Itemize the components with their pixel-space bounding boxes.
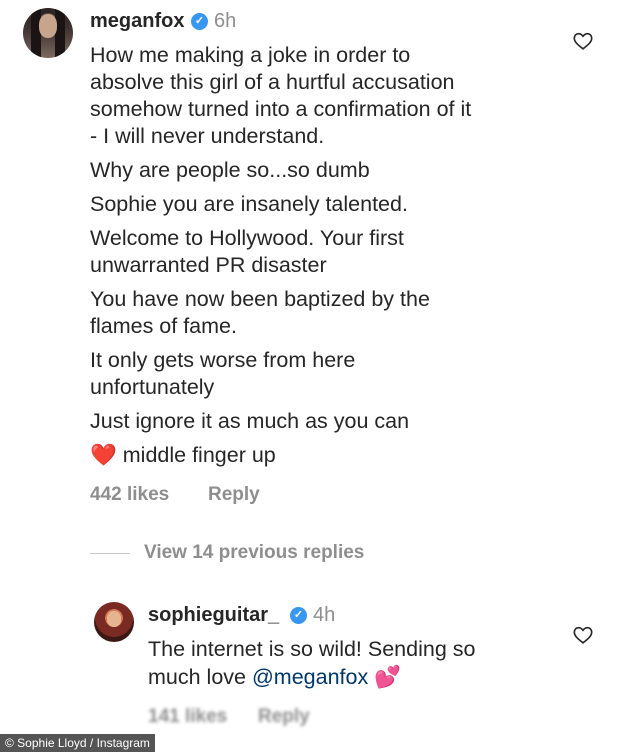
comment-text: middle finger up: [122, 443, 276, 467]
reply-likes-count[interactable]: 141 likes: [148, 706, 227, 728]
comment-text-line: somehow turned into a confirmation of it: [90, 97, 472, 121]
comment-text-line: It only gets worse from here: [90, 348, 356, 372]
comment-text-line: unwarranted PR disaster: [90, 253, 327, 277]
comment-text-line: Welcome to Hollywood. Your first: [90, 226, 404, 250]
comment-text-line: flames of fame.: [90, 314, 237, 338]
comment-text-line-emoji: ❤️ middle finger up: [90, 442, 276, 469]
comment-text-line: How me making a joke in order to: [90, 43, 411, 67]
avatar-sophieguitar[interactable]: [94, 602, 134, 642]
comment-text-line: Just ignore it as much as you can: [90, 409, 410, 433]
two-hearts-emoji: 💕: [374, 665, 401, 689]
comment-text-line: You have now been baptized by the: [90, 287, 430, 311]
red-heart-emoji: ❤️: [90, 443, 117, 467]
comment-text-line: - I will never understand.: [90, 124, 325, 148]
reply-text-line: The internet is so wild! Sending so: [148, 637, 476, 661]
reply-text: much love: [148, 665, 252, 689]
comment-text-line: unfortunately: [90, 375, 215, 399]
comment-likes-count[interactable]: 442 likes: [90, 484, 169, 506]
comment-username[interactable]: meganfox: [90, 10, 184, 33]
image-credit: © Sophie Lloyd / Instagram: [0, 734, 155, 752]
view-previous-replies-button[interactable]: View 14 previous replies: [144, 542, 364, 564]
comment-reply-button[interactable]: Reply: [208, 484, 260, 506]
comment-text-line: Sophie you are insanely talented.: [90, 192, 408, 216]
comment-text-line: absolve this girl of a hurtful accusatio…: [90, 70, 455, 94]
like-heart-icon[interactable]: [572, 624, 594, 646]
reply-reply-button[interactable]: Reply: [258, 706, 310, 728]
mention-link[interactable]: @meganfox: [252, 665, 368, 689]
comment-text-line: Why are people so...so dumb: [90, 158, 370, 182]
verified-badge-icon: ✓: [290, 607, 307, 624]
reply-timestamp: 4h: [313, 604, 336, 626]
like-heart-icon[interactable]: [572, 30, 594, 52]
replies-divider: [90, 553, 130, 554]
verified-badge-icon: ✓: [191, 13, 208, 30]
reply-username[interactable]: sophieguitar_: [148, 604, 279, 627]
avatar-meganfox[interactable]: [23, 8, 73, 58]
reply-text-line: much love @meganfox 💕: [148, 664, 401, 691]
comment-timestamp: 6h: [214, 10, 237, 32]
